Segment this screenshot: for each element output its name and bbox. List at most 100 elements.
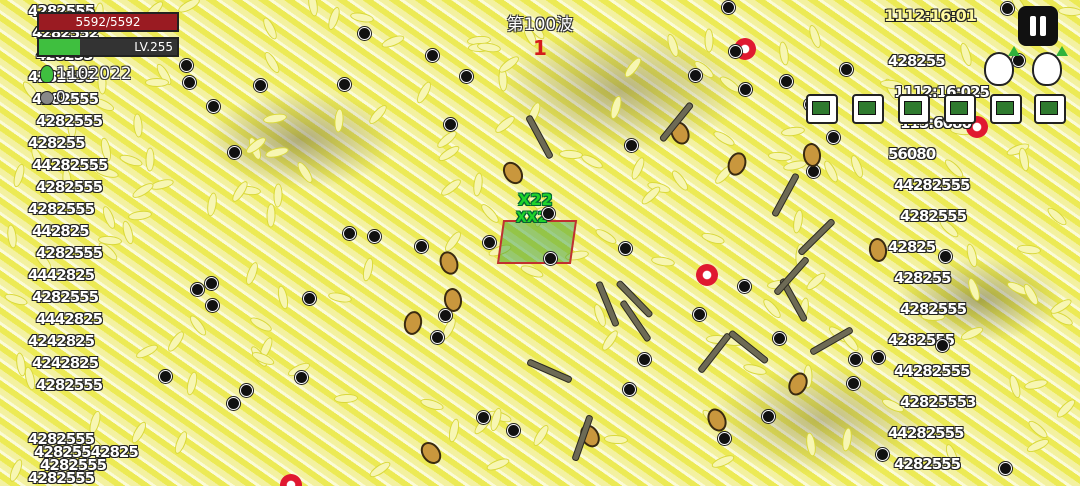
grass-blade bbox=[172, 429, 190, 456]
grass-blade bbox=[599, 328, 621, 353]
grass-blade bbox=[327, 290, 354, 305]
grass-blade bbox=[804, 270, 829, 294]
black-orb-enemy bbox=[253, 78, 267, 92]
seed-projectile bbox=[401, 309, 425, 337]
damage-number: 44282555 bbox=[894, 176, 970, 194]
black-orb-enemy bbox=[938, 249, 952, 263]
grass-blade bbox=[959, 324, 986, 343]
grass-blade bbox=[848, 154, 866, 180]
egg-upgrade-icon[interactable] bbox=[984, 46, 1020, 86]
damage-number: 4282555 bbox=[28, 469, 95, 486]
black-orb-enemy bbox=[544, 251, 558, 265]
egg-upgrade-icon[interactable] bbox=[1032, 46, 1068, 86]
black-orb-enemy bbox=[847, 376, 861, 390]
black-orb-enemy bbox=[415, 239, 429, 253]
grass-blade bbox=[1025, 436, 1052, 455]
damage-number: 4282555 bbox=[36, 244, 103, 262]
grass-blade bbox=[1044, 205, 1069, 228]
battlefield[interactable]: X22 XX2 42825554282552428255428255542825… bbox=[0, 0, 1080, 486]
grass-blade bbox=[593, 226, 619, 247]
grass-blade bbox=[275, 284, 290, 311]
black-orb-enemy bbox=[507, 423, 521, 437]
grass-blade bbox=[127, 209, 153, 223]
grass-blade bbox=[206, 191, 219, 217]
grass-blade bbox=[559, 149, 584, 160]
black-orb-enemy bbox=[871, 351, 885, 365]
black-orb-enemy bbox=[717, 431, 731, 445]
grass-blade bbox=[1016, 243, 1042, 256]
black-orb-enemy bbox=[190, 283, 204, 297]
pause-button[interactable] bbox=[1018, 6, 1058, 46]
seed-projectile bbox=[498, 157, 528, 188]
grass-blade bbox=[333, 393, 358, 405]
damage-number: 428255 bbox=[894, 269, 952, 287]
grass-blade bbox=[132, 112, 144, 138]
player-body bbox=[496, 220, 578, 264]
grass-blade bbox=[14, 351, 28, 378]
green-gem-icon bbox=[40, 65, 54, 83]
grass-blade bbox=[699, 230, 726, 247]
black-orb-enemy bbox=[876, 448, 890, 462]
grass-blade bbox=[262, 112, 288, 126]
grass-blade bbox=[272, 183, 283, 208]
green-chest-skill-icon bbox=[806, 94, 838, 124]
red-orb-enemy bbox=[696, 264, 718, 286]
black-orb-enemy bbox=[625, 138, 639, 152]
grass-blade bbox=[414, 79, 434, 105]
black-orb-enemy bbox=[206, 299, 220, 313]
damage-number: 442825 bbox=[32, 222, 90, 240]
seed-projectile bbox=[867, 236, 889, 263]
grass-blade bbox=[821, 159, 841, 185]
black-orb-enemy bbox=[206, 99, 220, 113]
coin-icon bbox=[40, 90, 54, 105]
grass-blade bbox=[1007, 373, 1023, 400]
grass-blade bbox=[711, 128, 737, 149]
damage-number: 4442825 bbox=[36, 310, 103, 328]
black-orb-enemy bbox=[999, 462, 1013, 476]
damage-number: 44282555 bbox=[888, 424, 964, 442]
pause-icon bbox=[1040, 16, 1046, 36]
grass-blade bbox=[366, 102, 390, 127]
grass-blade bbox=[840, 427, 853, 453]
gem-count: 1102022 bbox=[56, 64, 132, 84]
grass-blade bbox=[3, 291, 29, 308]
damage-number: 4282555 bbox=[36, 112, 103, 130]
grass-blade bbox=[367, 459, 393, 481]
grass-blade bbox=[1017, 146, 1032, 172]
black-orb-enemy bbox=[343, 226, 357, 240]
stick-projectile bbox=[796, 217, 836, 257]
grass-blade bbox=[11, 162, 27, 189]
grass-blade bbox=[6, 223, 19, 249]
grass-blade bbox=[265, 203, 276, 228]
grass-blade bbox=[129, 419, 150, 446]
black-orb-enemy bbox=[839, 63, 853, 77]
grass-blade bbox=[7, 457, 25, 484]
grass-blade bbox=[604, 434, 629, 445]
seed-projectile bbox=[416, 437, 446, 468]
grass-blade bbox=[130, 180, 156, 201]
grass-blade bbox=[294, 159, 315, 185]
grass-blade bbox=[334, 107, 345, 133]
grass-blade bbox=[263, 145, 290, 161]
player-multiplier-top: X22 bbox=[518, 190, 553, 209]
black-orb-enemy bbox=[637, 353, 651, 367]
black-orb-enemy bbox=[483, 235, 497, 249]
grass-blade bbox=[144, 78, 169, 88]
stick-projectile bbox=[525, 114, 555, 161]
grass-blade bbox=[717, 74, 742, 96]
grass-blade bbox=[1054, 396, 1079, 420]
black-orb-enemy bbox=[158, 370, 172, 384]
grass-blade bbox=[360, 256, 375, 283]
black-orb-enemy bbox=[183, 75, 197, 89]
damage-number: 4242825 bbox=[32, 354, 99, 372]
black-orb-enemy bbox=[738, 83, 752, 97]
grass-blade bbox=[485, 456, 511, 474]
grass-blade bbox=[165, 328, 187, 354]
green-chest-skill-icon bbox=[944, 94, 976, 124]
damage-number: 44282555 bbox=[894, 362, 970, 380]
black-orb-enemy bbox=[430, 330, 444, 344]
green-chest-skill-icon bbox=[1034, 94, 1066, 124]
damage-number: 44282555 bbox=[32, 156, 108, 174]
grass-blade bbox=[120, 219, 136, 245]
grass-blade bbox=[760, 296, 784, 321]
